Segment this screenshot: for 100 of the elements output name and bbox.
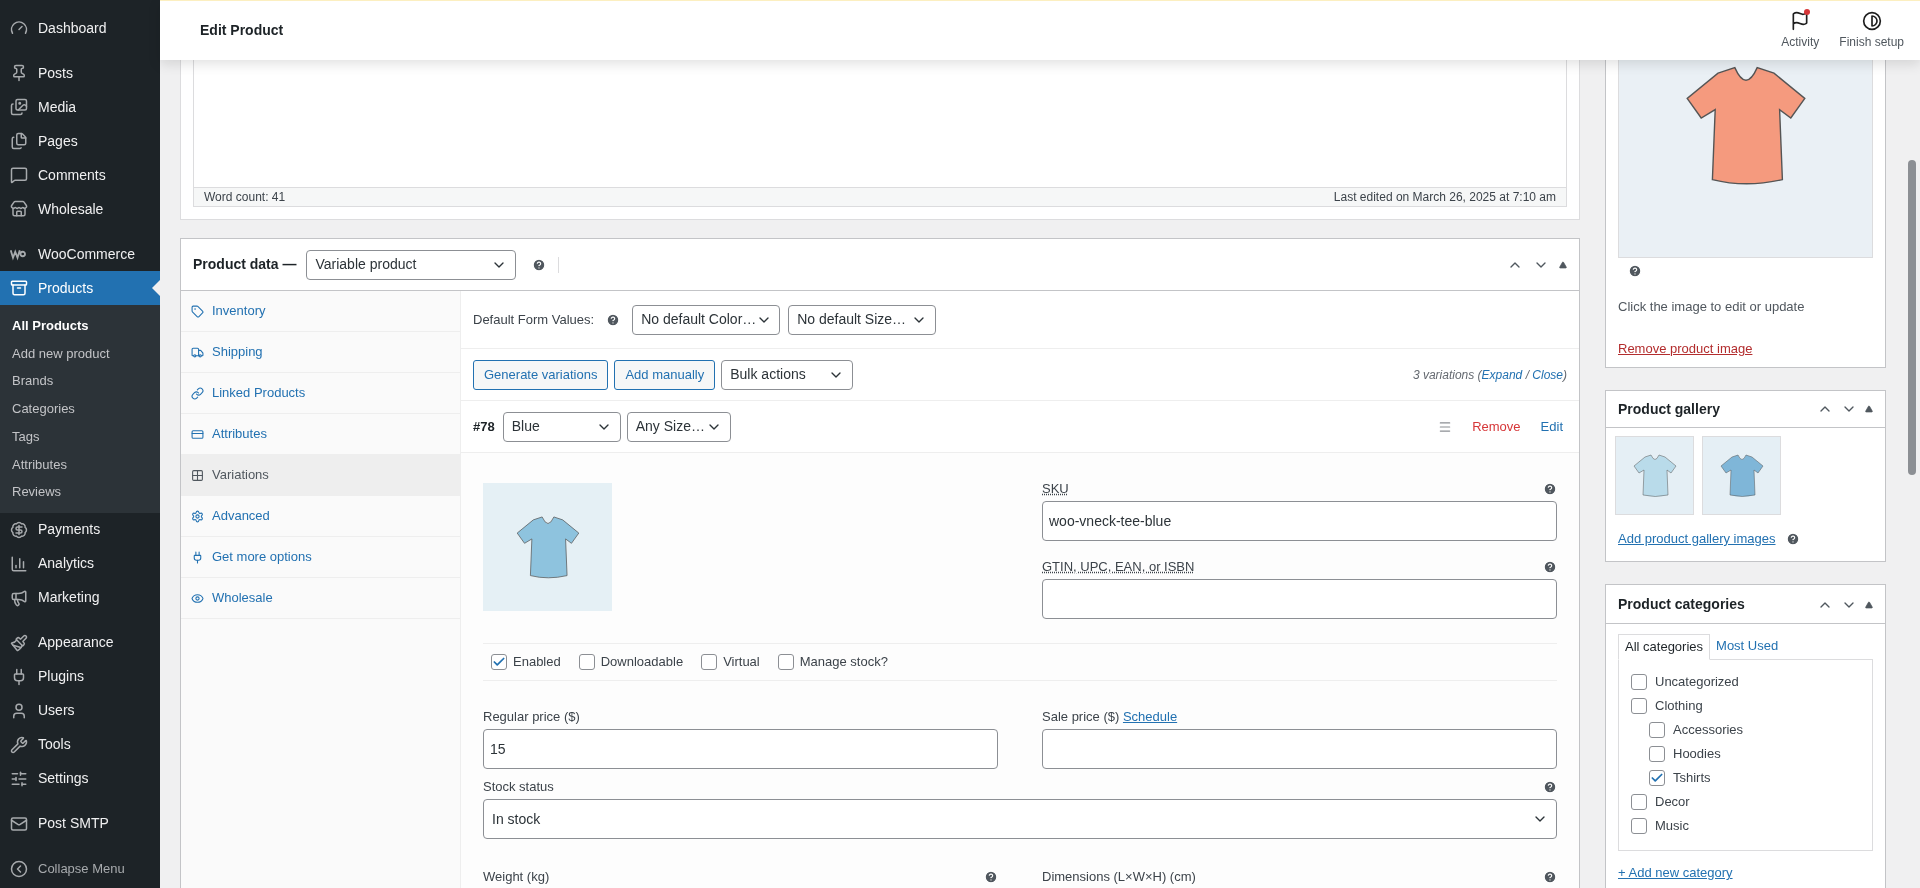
size-select[interactable]: Any Size… <box>626 411 731 442</box>
menu-item[interactable]: Products <box>0 271 160 305</box>
stock-status-select[interactable]: In stock <box>483 799 1557 839</box>
product-data-tab[interactable]: Linked Products <box>181 373 460 414</box>
menu-item[interactable]: Marketing <box>0 580 160 615</box>
help-icon <box>984 869 998 884</box>
submenu-item[interactable]: Add new product <box>0 339 160 368</box>
menu-item[interactable]: Posts <box>0 56 160 90</box>
checkbox-label[interactable]: Virtual <box>723 652 760 672</box>
collapse-triangle-icon[interactable] <box>1865 600 1873 609</box>
header-action-button[interactable]: Finish setup <box>1839 10 1904 51</box>
category-label[interactable]: Hoodies <box>1673 744 1721 764</box>
checkbox[interactable] <box>777 654 794 670</box>
submenu-item[interactable]: Attributes <box>0 450 160 479</box>
product-data-tab[interactable]: Inventory <box>181 291 460 332</box>
secondary-button[interactable]: Add manually <box>614 359 716 390</box>
category-label[interactable]: Decor <box>1655 792 1690 812</box>
megaphone-icon <box>10 588 28 607</box>
category-label[interactable]: Uncategorized <box>1655 672 1739 692</box>
product-data-tab[interactable]: Variations <box>181 455 460 496</box>
menu-item[interactable]: Pages <box>0 124 160 158</box>
menu-item[interactable]: Tools <box>0 727 160 762</box>
add-category-link[interactable]: + Add new category <box>1618 863 1873 883</box>
gallery-thumbnail[interactable] <box>1702 436 1781 515</box>
truck-icon <box>191 345 204 359</box>
collapse-triangle-icon[interactable] <box>1865 405 1873 413</box>
product-data-tab[interactable]: Wholesale <box>181 578 460 619</box>
sku-field[interactable]: woo-vneck-tee-blue <box>1042 501 1557 541</box>
menu-item[interactable]: Users <box>0 693 160 728</box>
collapse-menu-button[interactable]: Collapse Menu <box>0 851 160 886</box>
remove-link[interactable]: Remove <box>1472 416 1521 437</box>
menu-item[interactable]: Media <box>0 90 160 124</box>
checkbox[interactable] <box>578 654 595 670</box>
menu-item[interactable]: Appearance <box>0 625 160 660</box>
page-title: Edit Product <box>200 21 284 40</box>
submenu-item[interactable]: Categories <box>0 395 160 423</box>
product-data-tab[interactable]: Shipping <box>181 332 460 373</box>
checkbox[interactable] <box>701 654 718 670</box>
secondary-button[interactable]: Generate variations <box>473 359 609 390</box>
checkbox[interactable] <box>1631 818 1647 834</box>
menu-item[interactable]: Plugins <box>0 659 160 694</box>
product-data-tab[interactable]: Advanced <box>181 496 460 537</box>
variation-image[interactable] <box>483 483 612 611</box>
expand-link[interactable]: Expand <box>1481 367 1523 382</box>
close-link[interactable]: Close <box>1532 367 1563 382</box>
category-tab[interactable]: Most Used <box>1710 633 1785 659</box>
user-icon <box>10 701 28 720</box>
default-value-select[interactable]: No default Size… <box>788 304 937 335</box>
last-edited: Last edited on March 26, 2025 at 7:10 am <box>1333 189 1556 206</box>
product-data-tab[interactable]: Get more options <box>181 537 460 578</box>
archive-box-icon <box>10 279 28 297</box>
menu-item[interactable]: Settings <box>0 761 160 796</box>
submenu-item[interactable]: Reviews <box>0 478 160 506</box>
edit-link[interactable]: Edit <box>1540 416 1563 437</box>
checkbox-label[interactable]: Downloadable <box>600 652 684 672</box>
category-label[interactable]: Music <box>1655 816 1689 836</box>
product-data-label: Product data — <box>193 255 297 274</box>
checkbox[interactable] <box>1649 722 1665 738</box>
menu-item[interactable]: Payments <box>0 512 160 547</box>
sale-price-field[interactable] <box>1042 729 1557 769</box>
scrollbar-thumb[interactable] <box>1908 160 1916 475</box>
submenu-item[interactable]: All Products <box>0 312 160 340</box>
menu-item[interactable]: Analytics <box>0 546 160 581</box>
card-icon <box>191 427 204 441</box>
menu-item[interactable]: Comments <box>0 158 160 192</box>
default-value-select[interactable]: No default Color… <box>632 304 781 335</box>
collapse-triangle-icon[interactable] <box>1559 260 1567 269</box>
drag-handle-icon[interactable] <box>1438 419 1453 434</box>
category-label[interactable]: Accessories <box>1673 720 1744 740</box>
help-icon <box>1543 482 1557 496</box>
category-tab[interactable]: All categories <box>1618 634 1711 660</box>
product-type-select[interactable]: Variable product <box>306 249 517 280</box>
header-action-button[interactable]: Activity <box>1781 10 1820 51</box>
plug-icon <box>191 550 204 564</box>
product-image[interactable] <box>1618 60 1873 258</box>
checkbox-label[interactable]: Enabled <box>513 652 561 672</box>
menu-item[interactable]: Post SMTP <box>0 806 160 841</box>
menu-item[interactable]: Wholesale <box>0 192 160 226</box>
checkbox[interactable] <box>1631 794 1647 810</box>
half-circle-icon <box>1861 10 1882 31</box>
regular-price-field[interactable]: 15 <box>483 729 998 769</box>
schedule-link[interactable]: Schedule <box>1122 709 1178 724</box>
submenu-item[interactable]: Tags <box>0 422 160 451</box>
checkbox[interactable] <box>1649 746 1665 762</box>
category-label[interactable]: Clothing <box>1655 696 1703 716</box>
checkbox[interactable] <box>1631 674 1647 690</box>
remove-image-link[interactable]: Remove product image <box>1618 338 1753 358</box>
bulk-actions-select[interactable]: Bulk actions <box>721 359 854 390</box>
menu-item[interactable]: Dashboard <box>0 11 160 45</box>
checkbox[interactable] <box>491 654 507 670</box>
add-gallery-link[interactable]: Add product gallery images <box>1618 529 1776 549</box>
gtin-field[interactable] <box>1042 579 1557 619</box>
color-select[interactable]: Blue <box>502 411 621 442</box>
gallery-thumbnail[interactable] <box>1615 436 1694 515</box>
menu-item[interactable]: WooCommerce <box>0 237 160 271</box>
checkbox-label[interactable]: Manage stock? <box>799 652 888 672</box>
checkbox[interactable] <box>1631 698 1647 714</box>
checkbox[interactable] <box>1649 770 1665 786</box>
category-label[interactable]: Tshirts <box>1673 768 1711 788</box>
submenu-item[interactable]: Brands <box>0 367 160 396</box>
